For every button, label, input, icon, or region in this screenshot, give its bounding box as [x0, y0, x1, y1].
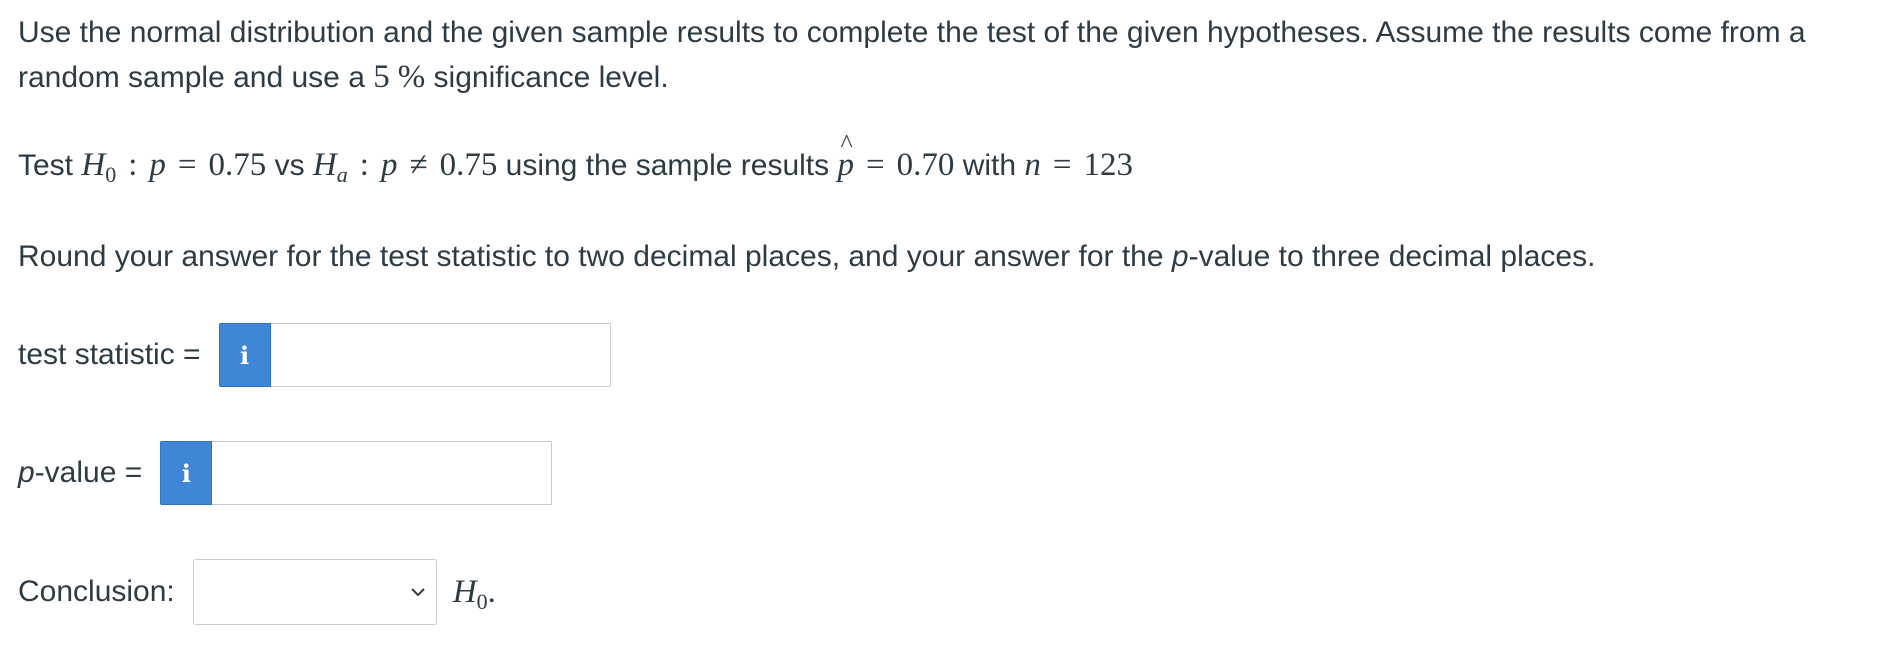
intro-line-2-pre: random sample and use a — [18, 61, 374, 94]
test-statistic-input[interactable] — [270, 323, 611, 387]
p-symbol-ha: p — [380, 147, 398, 183]
vs-word: vs — [266, 149, 313, 182]
equals-sign-phat: = — [865, 147, 885, 183]
p-value-label: p-value = — [18, 456, 143, 489]
hypothesis-statement: Test H0: p = 0.75 vs Ha: p ≠ 0.75 using the sa… — [18, 129, 1134, 190]
conclusion-label: Conclusion: — [18, 575, 175, 608]
n-symbol: n — [1024, 147, 1041, 183]
intro-line-1: Use the normal distribution and the give… — [18, 16, 1806, 49]
colon-ha: : — [359, 147, 369, 183]
p-hat-symbol: ^ p — [837, 129, 854, 183]
test-word: Test — [18, 149, 82, 182]
percent-sign: % — [397, 59, 426, 95]
test-statistic-label: test statistic = — [18, 338, 201, 371]
colon-h0: : — [128, 147, 138, 183]
p-value-input[interactable] — [212, 441, 553, 505]
sample-size: 123 — [1083, 147, 1134, 183]
test-statistic-row: test statistic = i — [18, 323, 611, 387]
p-value-info-icon[interactable]: i — [160, 441, 213, 505]
intro-line-2: random sample and use a 5% significance … — [18, 55, 1806, 100]
h0-symbol: H0 — [81, 147, 117, 187]
rounding-instructions: Round your answer for the test statistic… — [18, 240, 1596, 273]
not-equals-sign: ≠ — [409, 147, 428, 183]
with-text: with — [954, 149, 1025, 182]
h0-after-dropdown: H0. — [452, 573, 496, 614]
question-intro: Use the normal distribution and the give… — [18, 10, 1806, 100]
chevron-down-icon — [411, 588, 425, 597]
sample-proportion: 0.70 — [896, 147, 955, 183]
ha-symbol: Ha — [312, 147, 348, 187]
p-symbol-h0: p — [149, 147, 166, 183]
using-text: using the sample results — [497, 149, 838, 182]
conclusion-row: Conclusion: H0. — [18, 559, 496, 625]
significance-number: 5 — [373, 59, 390, 95]
intro-line-2-post: significance level. — [425, 61, 669, 94]
alt-proportion: 0.75 — [439, 147, 498, 183]
p-value-row: p-value = i — [18, 441, 553, 505]
test-statistic-info-icon[interactable]: i — [218, 323, 271, 387]
null-proportion: 0.75 — [208, 147, 267, 183]
equals-sign-n: = — [1052, 147, 1072, 183]
equals-sign: = — [177, 147, 197, 183]
conclusion-dropdown[interactable] — [192, 559, 437, 625]
